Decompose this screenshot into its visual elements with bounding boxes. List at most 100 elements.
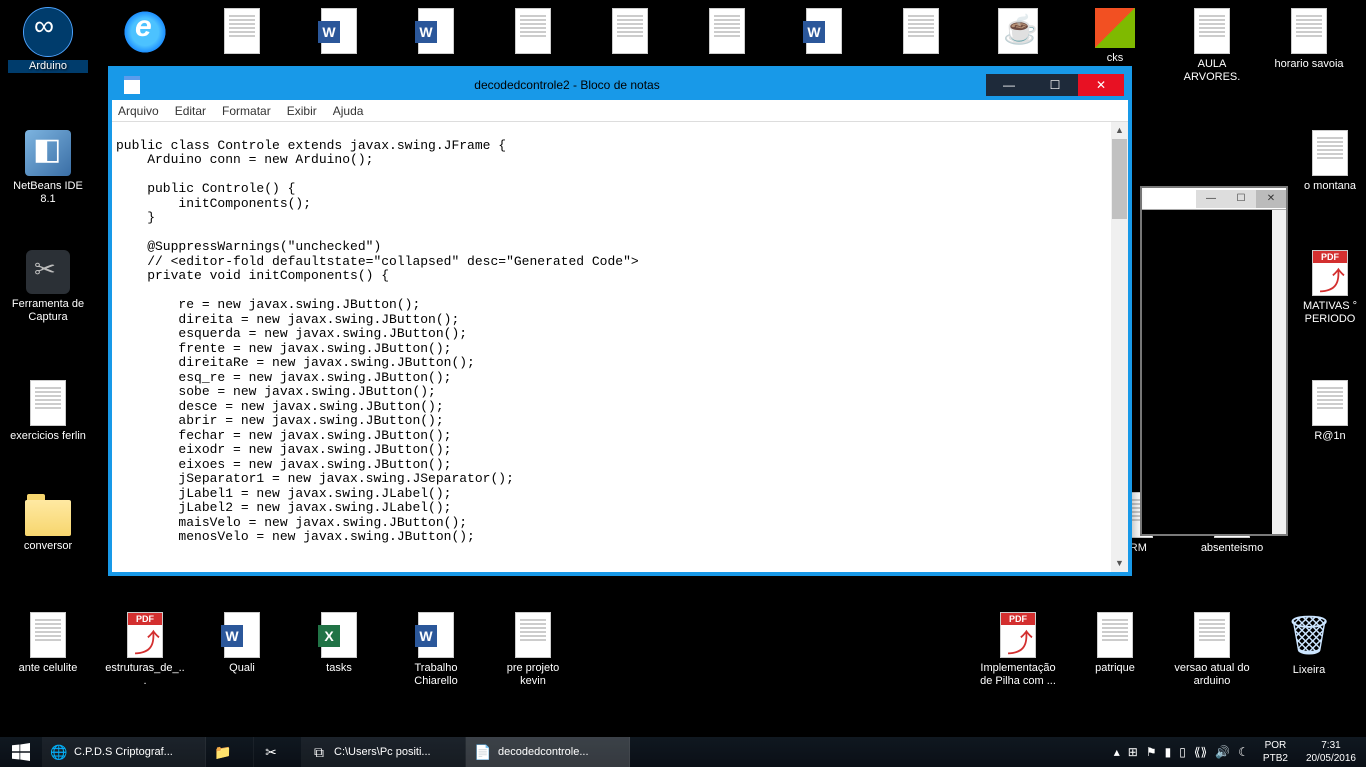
taskbar-app[interactable]: ✂ [254,737,302,767]
system-tray[interactable]: ▴ ⊞ ⚑ ▮ ▯ ⟪⟫ 🔊 ☾ [1108,737,1255,767]
notepad-window[interactable]: decodedcontrole2 - Bloco de notas — ☐ ✕ … [108,66,1132,576]
menu-ajuda[interactable]: Ajuda [333,104,364,118]
taskbar-app[interactable]: 🌐C.P.D.S Criptograf... [42,737,206,767]
desktop-icon[interactable] [202,8,282,58]
desktop-icon[interactable]: Ferramenta de Captura [8,250,88,324]
desktop-icon-label: MATIVAS ° PERIODO [1290,300,1366,326]
desktop-icon[interactable] [978,8,1058,58]
desktop-icon[interactable]: horario savoia [1269,8,1349,71]
desktop-icon-label: Quali [202,662,282,675]
desktop-icon-label: versao atual do arduino [1172,662,1252,688]
taskbar-spacer [630,737,1108,767]
text-icon [612,8,648,54]
notepad-scrollbar[interactable]: ▲ ▼ [1111,122,1128,572]
desktop-icon-label: o montana [1290,180,1366,193]
desktop-icon-label: Arduino [8,60,88,73]
desktop-icon[interactable] [687,8,767,58]
desktop-icon[interactable]: o montana [1290,130,1366,193]
win-icon [1095,8,1135,48]
taskbar-app-label: decodedcontrole... [498,746,589,758]
menu-exibir[interactable]: Exibir [287,104,317,118]
desktop-icon-label: Trabalho Chiarello [396,662,476,688]
bg-minimize-button[interactable]: — [1196,190,1226,208]
start-button[interactable] [0,737,42,767]
desktop-icon[interactable]: MATIVAS ° PERIODO [1290,250,1366,326]
bg-scrollbar[interactable] [1272,210,1286,534]
tray-network-icon[interactable]: ▮ [1165,745,1172,759]
bin-icon [1285,612,1333,660]
menu-editar[interactable]: Editar [175,104,206,118]
desktop-icon-label: NetBeans IDE 8.1 [8,180,88,206]
desktop-icon[interactable]: pre projeto kevin [493,612,573,688]
bg-maximize-button[interactable]: ☐ [1226,190,1256,208]
tray-battery-icon[interactable]: ▯ [1179,745,1186,759]
scroll-up-icon[interactable]: ▲ [1111,122,1128,139]
bg-close-button[interactable]: ✕ [1256,190,1286,208]
text-icon [1194,612,1230,658]
scroll-thumb[interactable] [1112,139,1127,219]
desktop-icon[interactable]: ante celulite [8,612,88,675]
menu-formatar[interactable]: Formatar [222,104,271,118]
taskbar-app[interactable]: 📁 [206,737,254,767]
lang-code: POR [1263,739,1288,752]
maximize-button[interactable]: ☐ [1032,74,1078,96]
tray-action-center-icon[interactable]: ⊞ [1128,745,1138,759]
desktop-icon[interactable] [493,8,573,58]
scroll-down-icon[interactable]: ▼ [1111,555,1128,572]
background-window[interactable]: — ☐ ✕ [1140,186,1288,536]
tray-wifi-icon[interactable]: ⟪⟫ [1194,745,1207,759]
windows-logo-icon [12,743,30,761]
desktop-icon-label: estruturas_de_... [105,662,185,688]
folder-icon [25,500,71,536]
desktop-icon-label: patrique [1075,662,1155,675]
desktop-icon[interactable]: estruturas_de_... [105,612,185,688]
pdf-icon [1000,612,1036,658]
desktop-icon[interactable]: conversor [8,492,88,553]
pdf-icon [127,612,163,658]
desktop-icon[interactable] [105,8,185,60]
desktop-icon[interactable]: NetBeans IDE 8.1 [8,130,88,206]
desktop-icon[interactable]: versao atual do arduino [1172,612,1252,688]
notepad-titlebar[interactable]: decodedcontrole2 - Bloco de notas — ☐ ✕ [112,70,1128,100]
desktop-icon[interactable] [881,8,961,58]
tray-show-hidden-icon[interactable]: ▴ [1114,745,1120,759]
clock-date: 20/05/2016 [1306,752,1356,765]
menu-arquivo[interactable]: Arquivo [118,104,159,118]
desktop-icon[interactable]: Trabalho Chiarello [396,612,476,688]
text-icon [1097,612,1133,658]
taskbar-app[interactable]: ⧉C:\Users\Pc positi... [302,737,466,767]
desktop-icon[interactable] [784,8,864,58]
desktop-icon[interactable]: Implementação de Pilha com ... [978,612,1058,688]
desktop-icon[interactable]: exercicios ferlin [8,380,88,443]
desktop-icon-label: Implementação de Pilha com ... [978,662,1058,688]
text-icon [1312,130,1348,176]
tray-sync-icon[interactable]: ☾ [1238,745,1249,759]
bg-window-titlebar[interactable]: — ☐ ✕ [1142,188,1286,210]
desktop-icon[interactable]: cks [1075,8,1155,65]
desktop-icon[interactable]: AULA ARVORES. [1172,8,1252,84]
desktop-icon[interactable]: Quali [202,612,282,675]
desktop-icon[interactable]: R@1n [1290,380,1366,443]
tray-flag-icon[interactable]: ⚑ [1146,745,1157,759]
desktop-icon[interactable]: patrique [1075,612,1155,675]
desktop-icon[interactable]: Lixeira [1269,612,1349,677]
minimize-button[interactable]: — [986,74,1032,96]
notepad-menubar: Arquivo Editar Formatar Exibir Ajuda [112,100,1128,122]
taskbar-app[interactable]: 📄 decodedcontrole... [466,737,630,767]
desktop-icon[interactable] [299,8,379,58]
word-icon [224,612,260,658]
desktop-icon[interactable] [590,8,670,58]
language-indicator[interactable]: POR PTB2 [1255,737,1296,767]
text-icon [1194,8,1230,54]
tray-volume-icon[interactable]: 🔊 [1215,745,1230,759]
text-icon [1312,380,1348,426]
text-icon [30,380,66,426]
notepad-textarea[interactable]: public class Controle extends javax.swin… [112,122,1111,572]
desktop-icon[interactable]: tasks [299,612,379,675]
close-button[interactable]: ✕ [1078,74,1124,96]
desktop-icon-label: R@1n [1290,430,1366,443]
taskbar-clock[interactable]: 7:31 20/05/2016 [1296,737,1366,767]
desktop-icon[interactable] [396,8,476,58]
notepad-icon: 📄 [474,743,492,761]
desktop-icon[interactable]: Arduino [8,8,88,73]
